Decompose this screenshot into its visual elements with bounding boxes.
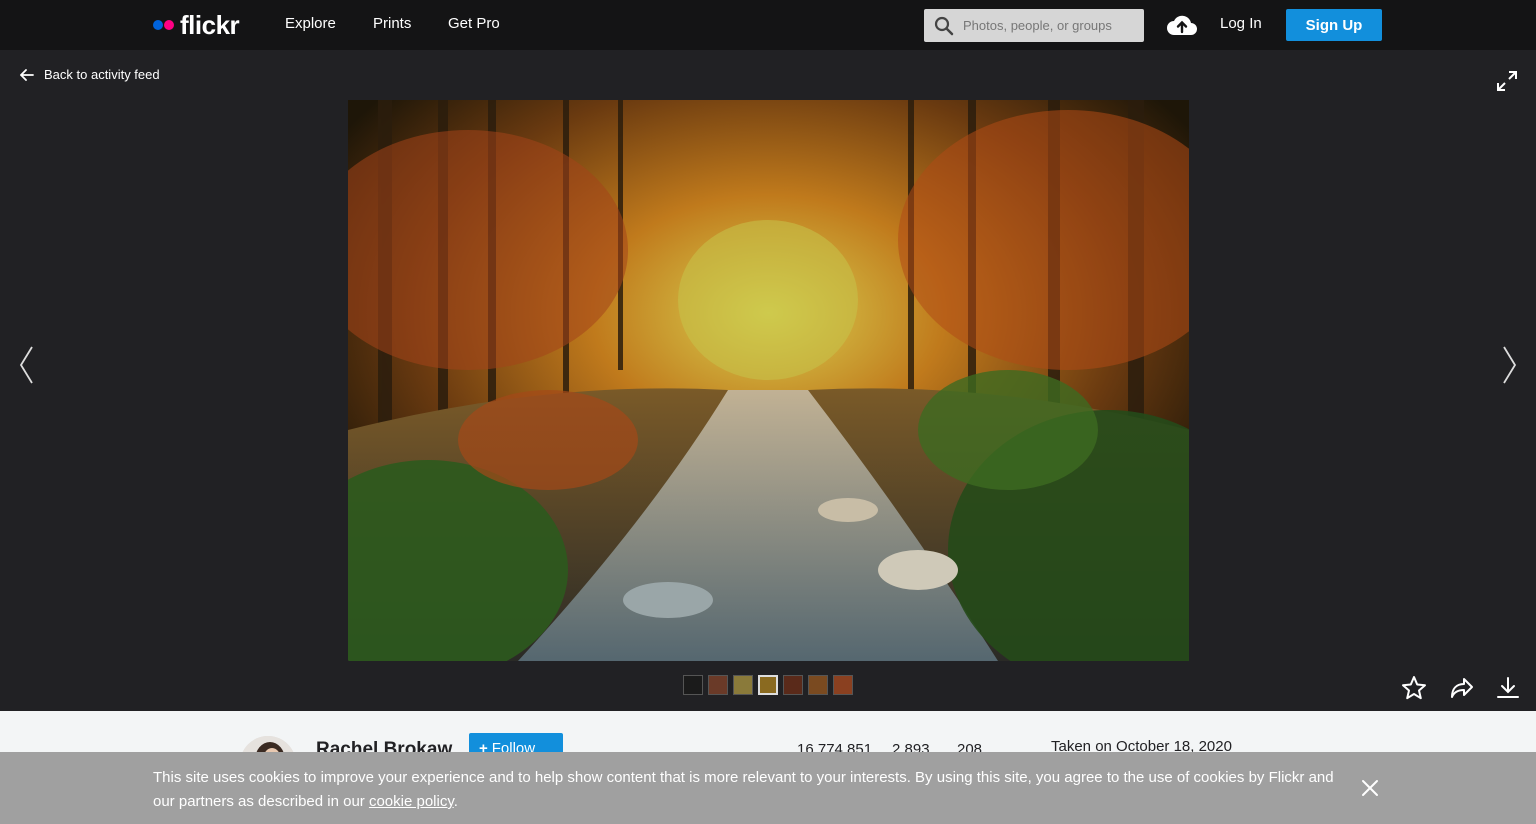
cookie-suffix: . <box>453 793 458 810</box>
nav-explore[interactable]: Explore <box>285 15 336 32</box>
nav-get-pro[interactable]: Get Pro <box>448 15 500 32</box>
chevron-left-icon[interactable] <box>18 345 36 385</box>
filmstrip-thumb[interactable] <box>683 675 703 695</box>
logo-pink-dot <box>164 20 174 30</box>
filmstrip-thumb-current[interactable] <box>758 675 778 695</box>
search-icon[interactable] <box>934 16 954 36</box>
cookie-text: This site uses cookies to improve your e… <box>153 769 1334 810</box>
login-link[interactable]: Log In <box>1220 15 1262 32</box>
logo-text: flickr <box>180 9 240 40</box>
filmstrip-thumb[interactable] <box>808 675 828 695</box>
flickr-logo[interactable]: flickr <box>153 9 240 40</box>
photostream-filmstrip <box>683 675 853 695</box>
star-icon[interactable] <box>1401 675 1427 701</box>
top-bar: flickr Explore Prints Get Pro Log In Sig… <box>0 0 1536 50</box>
filmstrip-thumb[interactable] <box>783 675 803 695</box>
back-arrow-icon <box>20 68 34 81</box>
close-icon[interactable] <box>1360 778 1380 798</box>
cookie-banner: This site uses cookies to improve your e… <box>0 752 1536 824</box>
search-input[interactable] <box>958 9 1138 42</box>
expand-icon[interactable] <box>1496 70 1518 92</box>
share-icon[interactable] <box>1449 675 1475 701</box>
forest-photo-image <box>348 100 1189 661</box>
back-to-feed-link[interactable]: Back to activity feed <box>20 67 160 82</box>
main-photo[interactable] <box>348 100 1189 661</box>
filmstrip-thumb[interactable] <box>833 675 853 695</box>
back-label: Back to activity feed <box>44 67 160 82</box>
nav-prints[interactable]: Prints <box>373 15 411 32</box>
download-icon[interactable] <box>1495 675 1521 701</box>
signup-button[interactable]: Sign Up <box>1286 9 1382 41</box>
cookie-message: This site uses cookies to improve your e… <box>153 766 1343 814</box>
cookie-policy-link[interactable]: cookie policy <box>369 793 454 810</box>
search-box <box>924 9 1144 42</box>
chevron-right-icon[interactable] <box>1500 345 1518 385</box>
logo-blue-dot <box>153 20 163 30</box>
filmstrip-thumb[interactable] <box>708 675 728 695</box>
filmstrip-thumb[interactable] <box>733 675 753 695</box>
upload-cloud-icon[interactable] <box>1166 11 1198 39</box>
